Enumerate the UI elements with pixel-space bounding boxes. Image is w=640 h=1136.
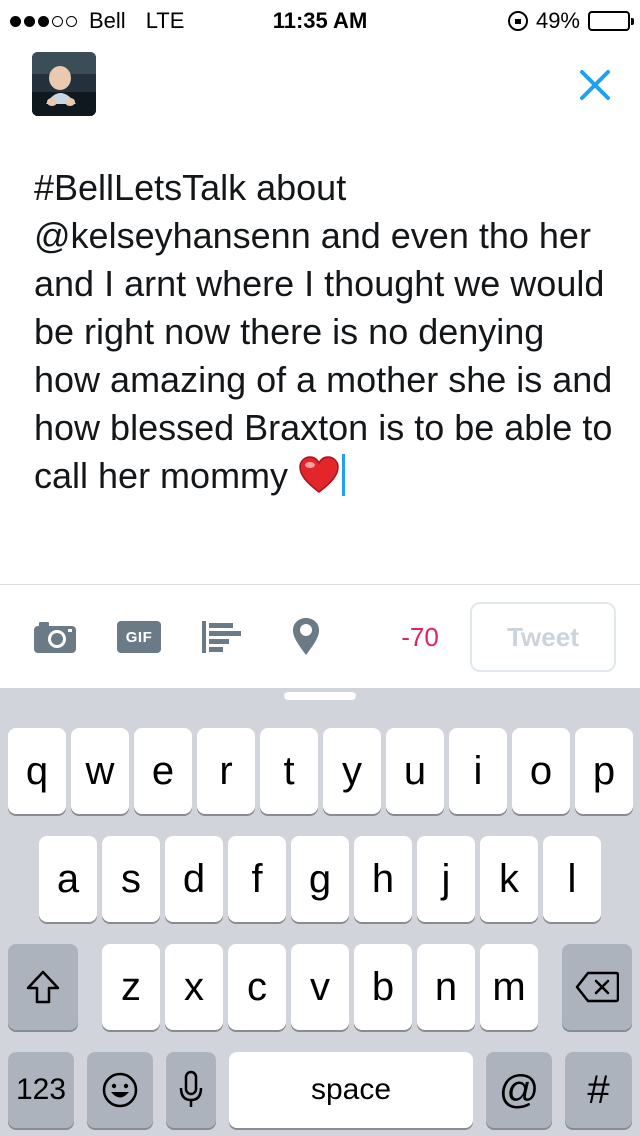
key-j[interactable]: j [417, 836, 475, 922]
gif-button[interactable]: GIF [116, 620, 162, 654]
numbers-key[interactable]: 123 [8, 1052, 74, 1128]
battery-icon [588, 11, 634, 31]
key-u[interactable]: u [386, 728, 444, 814]
key-d[interactable]: d [165, 836, 223, 922]
emoji-key[interactable] [87, 1052, 153, 1128]
close-button[interactable] [570, 60, 620, 110]
close-icon [580, 70, 610, 100]
key-n[interactable]: n [417, 944, 475, 1030]
gif-icon: GIF [117, 621, 161, 653]
camera-icon [34, 622, 76, 653]
at-key[interactable]: @ [486, 1052, 552, 1128]
keyboard: q w e r t y u i o p a s d f g h j k l z … [0, 688, 640, 1136]
key-p[interactable]: p [575, 728, 633, 814]
key-e[interactable]: e [134, 728, 192, 814]
avatar [32, 52, 96, 116]
key-x[interactable]: x [165, 944, 223, 1030]
rotation-lock-icon [507, 11, 528, 31]
status-bar: Bell LTE 11:35 AM 49% [0, 0, 640, 40]
backspace-key[interactable] [562, 944, 632, 1030]
status-right: 49% [507, 8, 634, 34]
key-k[interactable]: k [480, 836, 538, 922]
hash-key[interactable]: # [565, 1052, 632, 1128]
shift-key[interactable] [8, 944, 78, 1030]
key-w[interactable]: w [71, 728, 129, 814]
poll-button[interactable] [200, 620, 242, 654]
backspace-icon [575, 971, 619, 1003]
shift-arrow-icon [26, 970, 60, 1004]
key-h[interactable]: h [354, 836, 412, 922]
key-v[interactable]: v [291, 944, 349, 1030]
space-key[interactable]: space [229, 1052, 473, 1128]
toolbar-divider [0, 584, 640, 585]
microphone-icon [179, 1070, 203, 1107]
key-b[interactable]: b [354, 944, 412, 1030]
key-f[interactable]: f [228, 836, 286, 922]
key-s[interactable]: s [102, 836, 160, 922]
key-t[interactable]: t [260, 728, 318, 814]
location-button[interactable] [290, 616, 322, 658]
key-i[interactable]: i [449, 728, 507, 814]
key-q[interactable]: q [8, 728, 66, 814]
location-pin-icon [293, 618, 319, 655]
poll-icon [202, 621, 241, 653]
keyboard-drag-handle[interactable] [284, 692, 356, 700]
heart-emoji-icon [298, 456, 340, 506]
character-counter: -70 [401, 622, 439, 652]
emoji-smiley-icon [102, 1072, 138, 1108]
key-o[interactable]: o [512, 728, 570, 814]
key-g[interactable]: g [291, 836, 349, 922]
text-cursor [342, 454, 346, 496]
key-l[interactable]: l [543, 836, 601, 922]
tweet-button[interactable]: Tweet [470, 602, 616, 672]
dictation-key[interactable] [166, 1052, 216, 1128]
key-y[interactable]: y [323, 728, 381, 814]
tweet-compose-field[interactable]: #BellLetsTalk about @kelseyhansenn and e… [34, 164, 614, 506]
tweet-text: #BellLetsTalk about @kelseyhansenn and e… [34, 167, 613, 496]
key-a[interactable]: a [39, 836, 97, 922]
key-c[interactable]: c [228, 944, 286, 1030]
key-z[interactable]: z [102, 944, 160, 1030]
key-m[interactable]: m [480, 944, 538, 1030]
battery-percent: 49% [535, 8, 580, 33]
key-r[interactable]: r [197, 728, 255, 814]
camera-button[interactable] [32, 618, 78, 656]
